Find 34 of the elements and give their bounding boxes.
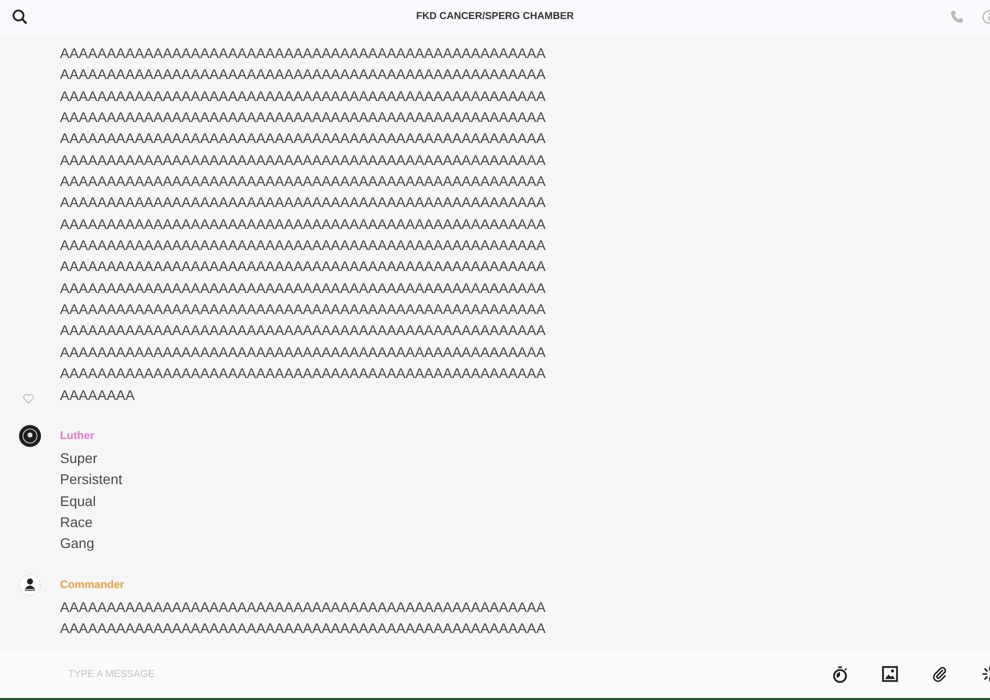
avatar — [19, 424, 41, 447]
timer-icon[interactable] — [832, 666, 848, 682]
message-text: AAAAAAAAAAAAAAAAAAAAAAAAAAAAAAAAAAAAAAAAAAAAAAAAAAAA — [60, 129, 546, 148]
message-input[interactable]: TYPE A MESSAGE — [68, 668, 368, 680]
message-text: AAAAAAAAAAAAAAAAAAAAAAAAAAAAAAAAAAAAAAAAAAAAAAAAAAAA — [60, 321, 546, 340]
message-text: AAAAAAAAAAAAAAAAAAAAAAAAAAAAAAAAAAAAAAAAAAAAAAAAAAAA — [60, 364, 546, 384]
message-text: AAAAAAAAAAAAAAAAAAAAAAAAAAAAAAAAAAAAAAAAAAAAAAAAAAAA — [60, 342, 546, 362]
message-text: AAAAAAAAAAAAAAAAAAAAAAAAAAAAAAAAAAAAAAAAAAAAAAAAAAAA — [60, 257, 546, 276]
message-text: Gang — [60, 534, 94, 554]
author-name: Commander — [60, 578, 124, 591]
avatar — [19, 574, 41, 596]
message-text: AAAAAAAAAAAAAAAAAAAAAAAAAAAAAAAAAAAAAAAAAAAAAAAAAAAA — [60, 172, 546, 192]
message-text: Super — [60, 448, 98, 468]
message-text: AAAAAAAAAAAAAAAAAAAAAAAAAAAAAAAAAAAAAAAAAAAAAAAAAAAA — [60, 150, 546, 170]
search-icon[interactable] — [12, 9, 28, 25]
author-name: Luther — [60, 430, 94, 442]
message-text: AAAAAAAAAAAAAAAAAAAAAAAAAAAAAAAAAAAAAAAAAAAAAAAAAAAA — [60, 193, 546, 212]
image-icon[interactable] — [882, 666, 898, 682]
message-text: AAAAAAAAAAAAAAAAAAAAAAAAAAAAAAAAAAAAAAAAAAAAAAAAAAAA — [60, 236, 546, 256]
message-text: AAAAAAAAAAAAAAAAAAAAAAAAAAAAAAAAAAAAAAAAAAAAAAAAAAAA — [60, 278, 546, 298]
message-text: AAAAAAAA — [60, 386, 135, 404]
message-text: AAAAAAAAAAAAAAAAAAAAAAAAAAAAAAAAAAAAAAAAAAAAAAAAAAAA — [60, 65, 546, 84]
message-text: AAAAAAAAAAAAAAAAAAAAAAAAAAAAAAAAAAAAAAAAAAAAAAAAAAAA — [60, 598, 546, 617]
message-text: AAAAAAAAAAAAAAAAAAAAAAAAAAAAAAAAAAAAAAAAAAAAAAAAAAAA — [60, 618, 546, 638]
message-text: Race — [60, 512, 93, 532]
message-text: AAAAAAAAAAAAAAAAAAAAAAAAAAAAAAAAAAAAAAAAAAAAAAAAAAAA — [60, 300, 546, 320]
message-text: AAAAAAAAAAAAAAAAAAAAAAAAAAAAAAAAAAAAAAAAAAAAAAAAAAAA — [60, 86, 546, 106]
chat-title: FKD CANCER/SPERG CHAMBER — [416, 11, 574, 22]
message-text: AAAAAAAAAAAAAAAAAAAAAAAAAAAAAAAAAAAAAAAAAAAAAAAAAAAA — [60, 44, 546, 63]
message-text: Persistent — [60, 470, 122, 490]
paperclip-icon[interactable] — [932, 666, 948, 682]
message-text: AAAAAAAAAAAAAAAAAAAAAAAAAAAAAAAAAAAAAAAAAAAAAAAAAAAA — [60, 108, 546, 128]
message-text: Equal — [60, 492, 96, 511]
message-text: AAAAAAAAAAAAAAAAAAAAAAAAAAAAAAAAAAAAAAAAAAAAAAAAAAAA — [60, 214, 546, 234]
